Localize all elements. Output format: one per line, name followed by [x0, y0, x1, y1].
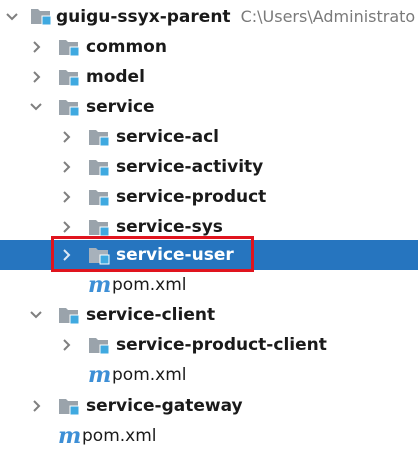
module-folder-icon: [59, 399, 80, 416]
maven-file-icon: m: [58, 423, 82, 449]
chevron-down-icon[interactable]: [4, 9, 20, 25]
root-label: guigu-ssyx-parent C:\Users\Administrato: [56, 7, 416, 27]
tree-node-service-product-client[interactable]: service-product-client: [0, 330, 418, 360]
chevron-right-icon[interactable]: [28, 69, 44, 85]
client-pom-label: pom.xml: [112, 365, 187, 385]
service-label: service: [86, 97, 155, 117]
chevron-right-icon[interactable]: [58, 189, 74, 205]
module-folder-icon: [89, 338, 110, 355]
service-client-label: service-client: [86, 305, 216, 325]
tree-node-model[interactable]: model: [0, 62, 418, 92]
chevron-right-icon[interactable]: [58, 219, 74, 235]
service-gateway-label: service-gateway: [86, 396, 243, 416]
tree-node-service-sys[interactable]: service-sys: [0, 212, 418, 242]
module-folder-icon: [59, 70, 80, 87]
service-acl-label: service-acl: [116, 127, 219, 147]
root-pom-label: pom.xml: [82, 426, 157, 446]
tree-node-service-gateway[interactable]: service-gateway: [0, 391, 418, 421]
service-sys-label: service-sys: [116, 217, 223, 237]
tree-node-service-user[interactable]: service-user: [0, 240, 418, 270]
tree-node-service-product[interactable]: service-product: [0, 182, 418, 212]
module-folder-icon: [89, 160, 110, 177]
module-folder-icon: [89, 190, 110, 207]
module-folder-icon: [89, 220, 110, 237]
maven-file-icon: m: [88, 362, 112, 388]
service-pom-label: pom.xml: [112, 275, 187, 295]
module-folder-icon: [31, 9, 52, 26]
tree-node-root-pom[interactable]: m pom.xml: [0, 421, 418, 451]
tree-node-service-pom[interactable]: m pom.xml: [0, 270, 418, 300]
tree-node-service-activity[interactable]: service-activity: [0, 152, 418, 182]
service-activity-label: service-activity: [116, 157, 264, 177]
chevron-right-icon[interactable]: [28, 39, 44, 55]
service-product-client-label: service-product-client: [116, 335, 327, 355]
chevron-right-icon[interactable]: [58, 159, 74, 175]
module-folder-icon: [59, 40, 80, 57]
project-tree: guigu-ssyx-parent C:\Users\Administrato c…: [0, 0, 418, 453]
chevron-right-icon[interactable]: [28, 398, 44, 414]
service-product-label: service-product: [116, 187, 267, 207]
chevron-down-icon[interactable]: [28, 307, 44, 323]
model-label: model: [86, 67, 145, 87]
tree-node-service-acl[interactable]: service-acl: [0, 122, 418, 152]
module-folder-icon: [89, 130, 110, 147]
tree-node-client-pom[interactable]: m pom.xml: [0, 360, 418, 390]
tree-node-root[interactable]: guigu-ssyx-parent C:\Users\Administrato: [0, 2, 418, 32]
module-folder-icon: [59, 308, 80, 325]
tree-node-service-client[interactable]: service-client: [0, 300, 418, 330]
maven-file-icon: m: [88, 272, 112, 298]
chevron-right-icon[interactable]: [58, 337, 74, 353]
chevron-right-icon[interactable]: [58, 247, 74, 263]
tree-node-service[interactable]: service: [0, 92, 418, 122]
common-label: common: [86, 37, 167, 57]
chevron-down-icon[interactable]: [28, 99, 44, 115]
service-user-label: service-user: [116, 245, 234, 265]
chevron-right-icon[interactable]: [58, 129, 74, 145]
tree-node-common[interactable]: common: [0, 32, 418, 62]
module-folder-icon: [59, 100, 80, 117]
root-path: C:\Users\Administrato: [240, 7, 416, 26]
module-folder-icon: [89, 248, 110, 265]
